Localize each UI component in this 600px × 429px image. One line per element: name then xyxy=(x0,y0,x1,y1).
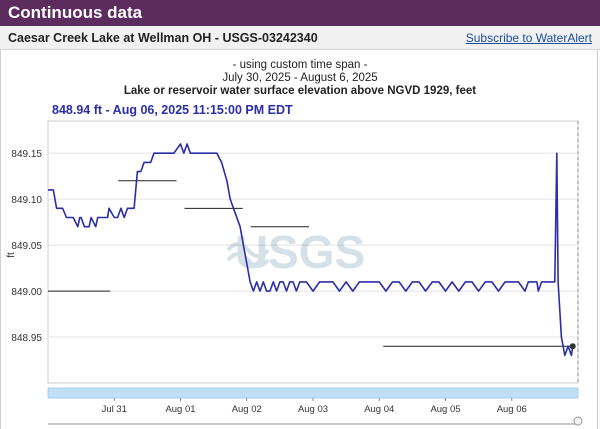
y-axis-label: ft xyxy=(6,252,17,258)
watermark-text: USGS xyxy=(235,226,365,278)
y-tick-label: 849.10 xyxy=(11,195,42,206)
x-tick-label: Aug 03 xyxy=(298,404,328,415)
x-tick-label: Aug 05 xyxy=(430,404,460,415)
x-tick-label: Aug 02 xyxy=(232,404,262,415)
chart-title-line: Lake or reservoir water surface elevatio… xyxy=(124,85,476,97)
x-tick-label: Aug 06 xyxy=(497,404,527,415)
scrollbar-handle[interactable] xyxy=(573,416,583,426)
x-tick-label: Jul 31 xyxy=(102,404,127,415)
chart-title-line: July 30, 2025 - August 6, 2025 xyxy=(222,72,377,84)
y-tick-label: 849.00 xyxy=(11,287,42,298)
x-tick-label: Aug 04 xyxy=(364,404,394,415)
tooltip-readout: 848.94 ft - Aug 06, 2025 11:15:00 PM EDT xyxy=(52,103,293,117)
time-brush[interactable] xyxy=(47,387,579,399)
chart-title-line: - using custom time span - xyxy=(233,59,368,71)
y-tick-label: 849.15 xyxy=(11,149,42,160)
x-tick-label: Aug 01 xyxy=(165,404,195,415)
y-tick-label: 849.05 xyxy=(11,241,42,252)
series-endpoint xyxy=(569,343,576,350)
hydrograph-chart[interactable]: - using custom time span -July 30, 2025 … xyxy=(0,0,600,429)
y-tick-label: 848.95 xyxy=(11,333,42,344)
